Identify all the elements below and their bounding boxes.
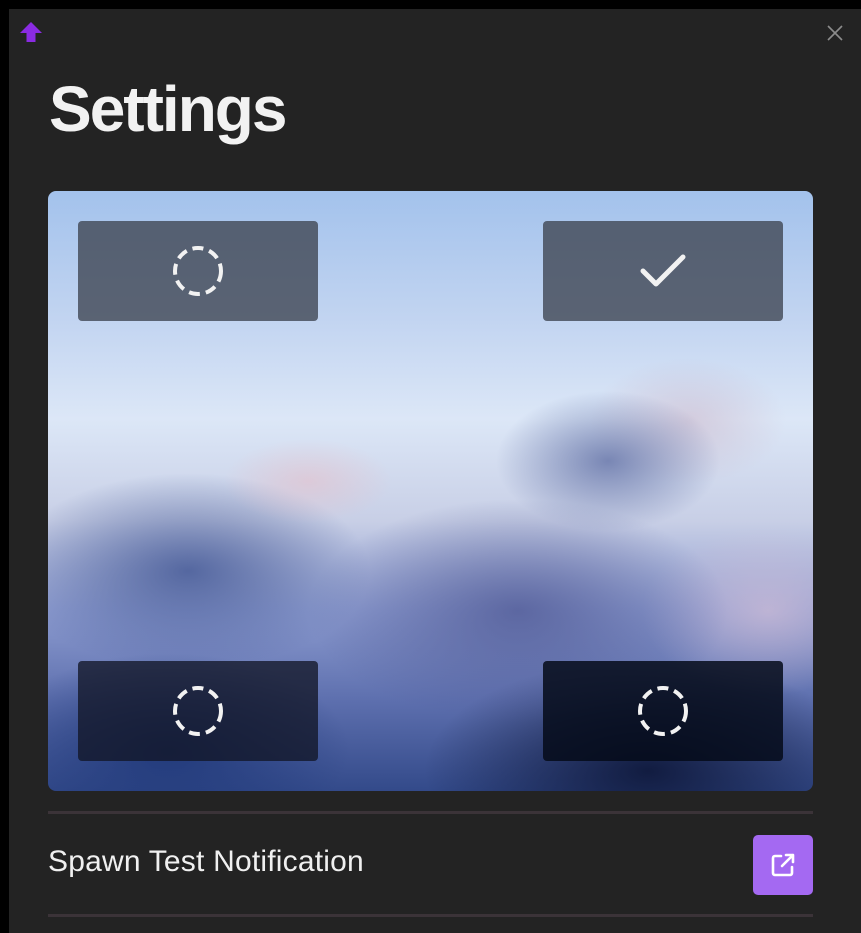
spawn-test-notification-button[interactable] — [753, 835, 813, 895]
external-link-icon — [771, 853, 795, 877]
arrow-up-icon — [19, 21, 43, 43]
settings-window: Settings Spawn Test Notification — [9, 9, 861, 933]
position-top-right-button[interactable] — [543, 221, 783, 321]
position-bottom-left-button[interactable] — [78, 661, 318, 761]
dashed-circle-icon — [638, 686, 688, 736]
dashed-circle-icon — [173, 246, 223, 296]
close-button[interactable] — [823, 21, 847, 45]
notification-position-preview — [48, 191, 813, 791]
page-title: Settings — [49, 73, 287, 145]
position-top-left-button[interactable] — [78, 221, 318, 321]
position-bottom-right-button[interactable] — [543, 661, 783, 761]
spawn-test-notification-row: Spawn Test Notification — [48, 811, 813, 913]
dashed-circle-icon — [173, 686, 223, 736]
checkmark-icon — [640, 254, 686, 287]
divider — [48, 914, 813, 917]
spawn-test-notification-label: Spawn Test Notification — [48, 845, 364, 878]
close-icon — [827, 25, 843, 41]
